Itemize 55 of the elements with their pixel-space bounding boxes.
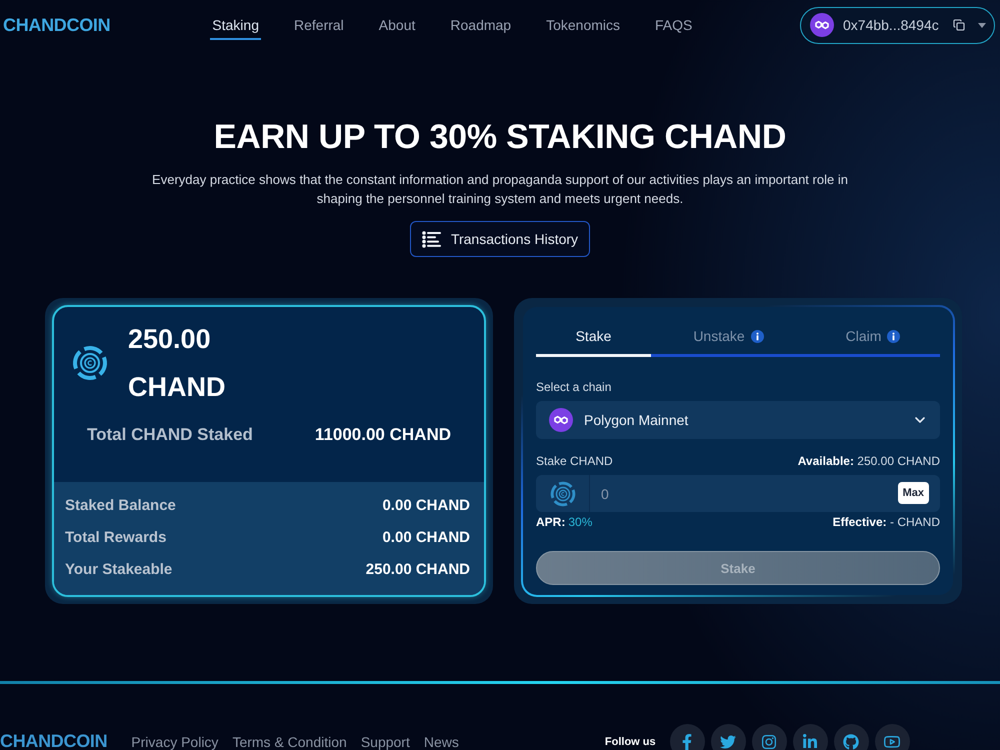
linkedin-icon <box>802 734 818 750</box>
amount-label: Stake CHAND <box>536 453 613 469</box>
nav-link[interactable]: Tokenomics <box>544 10 622 40</box>
nav-link[interactable]: About <box>376 10 418 40</box>
coin-icon <box>550 480 576 506</box>
effective-amount: Effective: - CHAND <box>832 514 940 530</box>
twitter-button[interactable] <box>710 724 746 750</box>
youtube-icon <box>884 734 900 750</box>
stat-label: Staked Balance <box>65 496 176 516</box>
footer-link[interactable]: Privacy Policy <box>131 734 218 750</box>
page-description: Everyday practice shows that the constant information and propaganda support of our activities plays an important role in shaping the personnel training system and meets urgent needs. <box>151 171 849 208</box>
nav-link[interactable]: Staking <box>210 10 261 40</box>
footer-link[interactable]: Terms & Condition <box>232 734 347 750</box>
available-balance: Available: 250.00 CHAND <box>798 453 940 469</box>
max-button[interactable]: Max <box>898 482 929 504</box>
total-staked-label: Total CHAND Staked <box>87 424 253 446</box>
tab[interactable]: Unstake <box>651 307 806 357</box>
youtube-button[interactable] <box>874 724 910 750</box>
footer-link[interactable]: Support <box>360 734 410 750</box>
nav-link[interactable]: Roadmap <box>448 10 514 40</box>
stat-label: Your Stakeable <box>65 560 172 580</box>
chain-link-icon <box>810 13 834 37</box>
copy-icon <box>953 19 965 31</box>
tab[interactable]: Stake <box>536 307 651 357</box>
instagram-icon <box>761 734 778 750</box>
chain-select[interactable]: Polygon Mainnet <box>536 401 940 439</box>
twitter-icon <box>720 734 736 750</box>
chain-link-icon <box>549 408 573 432</box>
coin-icon <box>72 345 108 381</box>
list-icon <box>422 230 442 248</box>
stat-label: Total Rewards <box>65 528 166 548</box>
tab[interactable]: Claim <box>806 307 940 357</box>
stat-value: 0.00 CHAND <box>382 528 470 548</box>
stat-value: 250.00 CHAND <box>366 560 470 580</box>
github-button[interactable] <box>834 724 869 750</box>
balance-amount: 250.00 CHAND <box>128 323 226 404</box>
follow-label: Follow us <box>604 736 656 748</box>
logo[interactable]: CHANDCOIN <box>3 14 110 36</box>
linkedin-button[interactable] <box>792 724 828 750</box>
wallet-button[interactable]: 0x74bb...8494c <box>800 6 995 44</box>
instagram-button[interactable] <box>752 724 787 750</box>
footer-logo[interactable]: CHANDCOIN <box>0 731 108 750</box>
caret-icon <box>978 22 986 28</box>
transactions-history-button[interactable]: Transactions History <box>410 221 590 257</box>
github-icon <box>843 734 860 750</box>
total-staked-value: 11000.00 CHAND <box>314 424 451 446</box>
facebook-button[interactable] <box>670 724 705 750</box>
apr-label: APR: <box>536 514 566 530</box>
page-title: EARN UP TO 30% STAKING CHAND <box>214 117 786 157</box>
stat-value: 0.00 CHAND <box>382 496 470 516</box>
footer-link[interactable]: News <box>424 734 459 750</box>
apr-value: 30% <box>568 514 592 530</box>
nav-link[interactable]: Referral <box>292 10 346 40</box>
chain-label: Select a chain <box>536 379 612 395</box>
nav-link[interactable]: FAQS <box>653 10 694 40</box>
